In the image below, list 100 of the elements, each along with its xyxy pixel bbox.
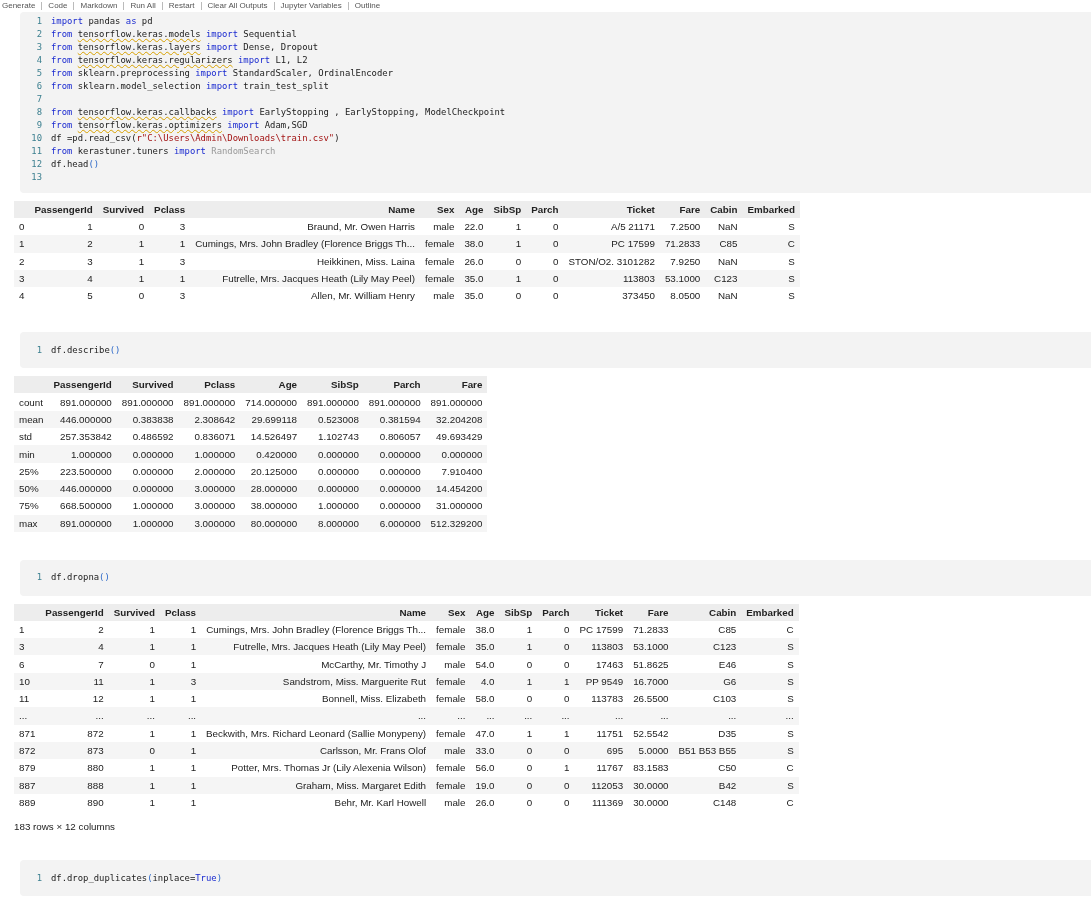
line-number: 9 [35,119,43,130]
table-cell: 0.000000 [302,445,364,463]
table-cell: 1 [108,620,160,639]
table-cell: ... [40,707,109,725]
table-cell: 1 [488,235,527,253]
table-cell: S [741,638,799,656]
table-cell: 5.0000 [628,741,674,760]
table-cell: 6.000000 [363,514,426,532]
table-cell: 58.0 [470,690,500,708]
table-cell: C [741,759,799,777]
table-cell: 0 [97,287,150,305]
code-cell[interactable] [20,12,1091,193]
table-cell: 0 [108,741,160,760]
column-header: Ticket [563,201,660,218]
table-cell: ... [108,707,160,725]
toolbar-button[interactable]: Markdown [80,1,118,11]
toolbar-button[interactable]: Jupyter Variables [280,1,342,11]
table-cell: 0 [526,235,564,253]
table-cell: 26.5500 [628,690,674,708]
table-cell: B42 [673,776,742,794]
table-cell: PC 17599 [563,235,660,253]
table-cell: 1 [149,235,191,253]
column-header: Sex [431,603,471,621]
table-cell: 0 [526,269,564,288]
column-header: Sex [419,201,460,218]
line-number: 1 [35,872,43,883]
toolbar-button[interactable]: Outline [354,1,381,11]
table-cell: McCarthy, Mr. Timothy J [201,655,432,673]
table-cell: 11767 [574,759,629,777]
toolbar-button[interactable]: Clear All Outputs [207,1,268,11]
table-cell: 17463 [574,655,629,673]
line-number: 10 [30,132,43,143]
table-cell: S [741,741,799,760]
line-number: 5 [35,67,43,78]
table-cell: C148 [673,793,742,812]
table-cell: 8.0500 [659,287,706,305]
row-index: 879 [14,759,41,777]
table-cell: C50 [673,759,742,777]
table-cell: 873 [40,741,109,760]
table-cell: 1 [160,638,202,656]
table-cell: 0 [97,218,150,236]
line-number: 4 [35,54,43,65]
table-cell: 2 [40,620,109,639]
table-cell: 1.000000 [302,497,364,515]
table-cell: 1 [499,724,538,742]
table-cell: 11 [40,672,109,691]
table-cell: Beckwith, Mrs. Richard Leonard (Sallie Monypeny) [201,724,432,742]
table-cell: 1.102743 [302,428,364,446]
table-cell: male [431,793,471,812]
column-header: Survived [116,376,179,394]
table-cell: C [742,235,800,253]
table-cell: 0.000000 [363,462,426,480]
column-header: Age [240,376,303,394]
column-header: Ticket [574,603,629,621]
table-cell: 890 [40,793,109,812]
table-cell: 32.204208 [425,410,488,429]
table-cell: 1 [488,218,527,236]
code-cell[interactable]: 1 df.drop_duplicates(inplace=True) [20,860,1091,897]
toolbar-button[interactable]: Generate [2,1,36,11]
table-cell: NaN [705,252,743,270]
table-cell: 1 [108,638,160,656]
table-cell: PP 9549 [574,672,629,691]
column-header: Parch [363,376,426,394]
line-number: 6 [35,80,43,91]
table-cell: D35 [673,724,742,742]
table-cell: 1.000000 [178,445,241,463]
table-cell: 0 [488,287,527,305]
table-cell: 49.693429 [425,428,488,446]
table-cell: NaN [705,218,743,236]
table-cell: A/5 21171 [563,218,660,236]
table-cell: 0.000000 [116,445,179,463]
row-index: 25% [14,462,49,480]
code-line: from tensorflow.keras.models import Sequential [51,28,297,39]
table-cell: 0 [499,776,538,794]
row-index: 1 [14,235,30,253]
table-cell: ... [628,707,674,725]
line-number: 1 [35,15,43,26]
code-cell[interactable]: 1 df.describe() [20,332,1091,369]
table-cell: 3 [160,672,202,691]
toolbar-button[interactable]: Restart [168,1,195,11]
table-cell: 38.0 [459,235,489,253]
table-cell: 0 [526,287,564,305]
column-header: Name [190,201,420,218]
table-cell: 446.000000 [48,410,117,429]
column-header: Cabin [673,603,742,621]
table-cell: female [431,620,471,639]
table-cell: 52.5542 [628,724,674,742]
toolbar-button[interactable]: Run All [130,1,156,11]
table-cell: 0 [108,655,160,673]
table-cell: 0.523008 [302,410,364,429]
toolbar-button[interactable]: Code [48,1,68,11]
table-cell: 7.9250 [659,252,706,270]
table-cell: 0 [526,218,564,236]
line-number: 13 [30,171,43,182]
code-cell[interactable]: 1 df.dropna() [20,559,1091,596]
table-cell: 1 [160,776,202,794]
table-cell: 0 [499,793,538,812]
table-cell: 0.836071 [178,428,241,446]
table-cell: 3.000000 [178,497,241,515]
table-cell: 1 [108,690,160,708]
